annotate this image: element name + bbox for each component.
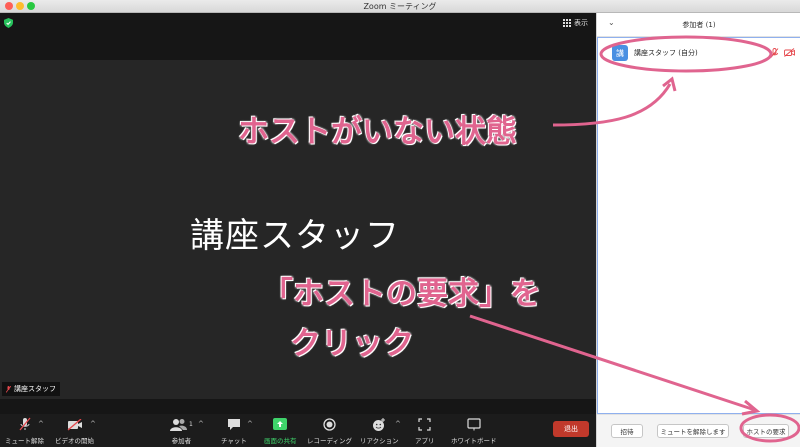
reactions-button[interactable]: リアクション <box>360 417 399 445</box>
panel-title: 参加者 (1) <box>682 21 716 29</box>
reactions-options-caret[interactable]: ^ <box>395 420 401 428</box>
apps-button[interactable]: アプリ <box>415 417 435 445</box>
video-options-caret[interactable]: ^ <box>90 420 96 428</box>
panel-header: ⌄ 参加者 (1) <box>597 13 800 37</box>
start-video-label: ビデオの開始 <box>55 437 94 445</box>
participant-video-off-icon[interactable] <box>784 48 795 57</box>
reaction-smiley-icon <box>373 417 386 431</box>
participants-button[interactable]: 1 参加者 <box>170 417 193 445</box>
grid-view-icon <box>563 19 571 27</box>
participant-name: 講座スタッフ (自分) <box>634 49 698 57</box>
share-screen-label: 画面の共有 <box>264 437 297 445</box>
stage-bottom-strip <box>0 399 596 414</box>
unmute-label: ミュート解除 <box>5 437 44 445</box>
participant-muted-mic-icon[interactable] <box>770 48 779 58</box>
window-title: Zoom ミーティング <box>363 2 437 11</box>
participants-label: 参加者 <box>171 437 192 445</box>
share-screen-icon <box>273 418 288 430</box>
invite-button[interactable]: 招待 <box>611 424 643 438</box>
claim-host-button[interactable]: ホストの要求 <box>743 424 789 438</box>
panel-footer: 招待 ミュートを解除します ホストの要求 <box>597 414 800 447</box>
participant-name-tag: 講座スタッフ <box>2 382 60 396</box>
unmute-all-button[interactable]: ミュートを解除します <box>657 424 729 438</box>
view-label: 表示 <box>574 19 588 27</box>
name-tag-label: 講座スタッフ <box>14 385 56 393</box>
participants-panel: ⌄ 参加者 (1) 講 講座スタッフ (自分) 招待 ミュートを解除します ホス… <box>596 13 800 447</box>
participant-row[interactable]: 講 講座スタッフ (自分) <box>612 45 698 61</box>
leave-button[interactable]: 退出 <box>553 421 589 437</box>
audio-options-caret[interactable]: ^ <box>38 420 44 428</box>
muted-mic-icon <box>19 417 30 431</box>
video-off-icon <box>67 418 82 430</box>
active-speaker-name: 講座スタッフ <box>190 216 400 256</box>
whiteboard-icon <box>467 418 481 431</box>
annotation-claim-host-text-line1: 「ホストの要求」を <box>262 276 541 312</box>
whiteboard-label: ホワイトボード <box>451 437 497 445</box>
muted-mic-icon <box>6 385 11 393</box>
apps-label: アプリ <box>415 437 435 445</box>
reactions-label: リアクション <box>360 437 399 445</box>
security-shield-icon[interactable] <box>4 18 13 28</box>
share-screen-button[interactable]: 画面の共有 <box>264 417 297 445</box>
apps-icon <box>418 418 431 431</box>
stage-top-strip: 表示 <box>0 13 596 60</box>
record-icon <box>323 418 336 431</box>
start-video-button[interactable]: ビデオの開始 <box>55 417 94 445</box>
record-button[interactable]: レコーディング <box>307 417 352 445</box>
participant-list: 講 講座スタッフ (自分) <box>597 37 800 414</box>
whiteboard-button[interactable]: ホワイトボード <box>451 417 497 445</box>
record-label: レコーディング <box>307 437 353 445</box>
chat-icon <box>227 419 240 430</box>
participants-icon <box>170 419 187 431</box>
participants-count: 1 <box>189 421 193 428</box>
avatar: 講 <box>612 45 628 61</box>
chat-button[interactable]: チャット <box>221 417 247 445</box>
meeting-toolbar: ミュート解除 ^ ビデオの開始 ^ 1 参加者 ^ チャット ^ 画面の共有 レ… <box>0 414 596 447</box>
participants-options-caret[interactable]: ^ <box>198 420 204 428</box>
annotation-no-host-text: ホストがいない状態 <box>238 114 517 150</box>
chat-options-caret[interactable]: ^ <box>247 420 253 428</box>
chat-label: チャット <box>221 437 247 445</box>
view-button[interactable]: 表示 <box>563 18 588 28</box>
title-bar: Zoom ミーティング <box>0 0 800 13</box>
annotation-claim-host-text-line2: クリック <box>290 326 414 362</box>
